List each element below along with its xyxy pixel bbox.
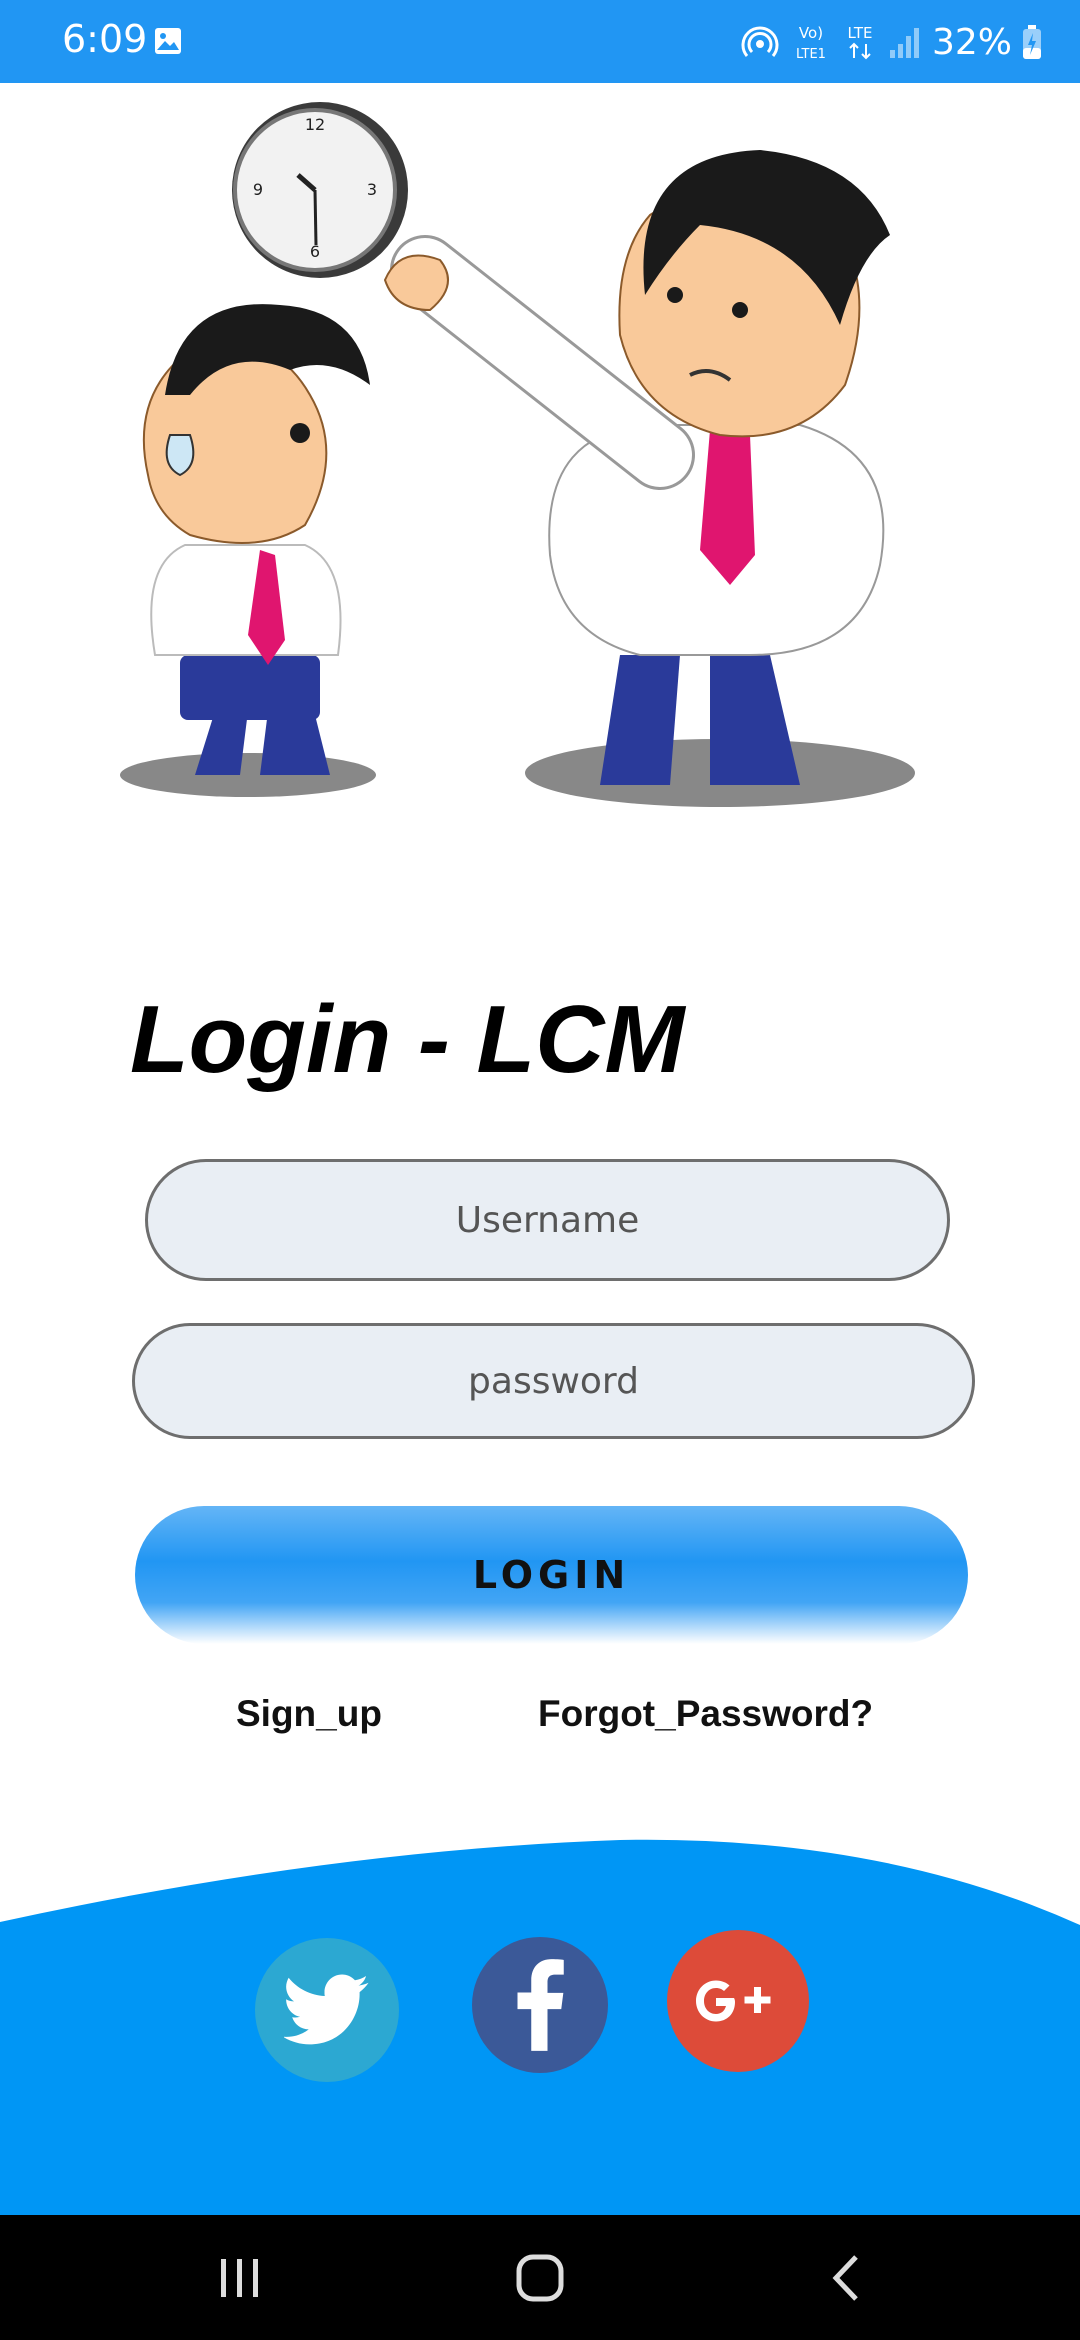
- boss-scolding-employee-illustration: 12 3 6 9: [120, 102, 915, 807]
- employee-figure: [142, 304, 370, 775]
- facebook-button[interactable]: [472, 1937, 608, 2073]
- recent-apps-icon: [221, 2258, 258, 2297]
- battery-percent: 32%: [931, 21, 1012, 63]
- volte-icon: Vo) LTE1: [796, 24, 826, 62]
- twitter-button[interactable]: [255, 1938, 399, 2082]
- facebook-icon: [517, 1959, 564, 2051]
- svg-text:Vo): Vo): [799, 24, 823, 42]
- back-icon: [832, 2254, 858, 2301]
- svg-text:LTE1: LTE1: [796, 47, 826, 62]
- svg-text:12: 12: [305, 115, 325, 134]
- username-placeholder: Username: [455, 1199, 640, 1241]
- twitter-icon: [284, 1974, 369, 2045]
- lte-icon: LTE: [848, 24, 873, 60]
- status-time: 6:09: [62, 17, 148, 61]
- home-icon: [516, 2254, 564, 2301]
- svg-text:LTE: LTE: [848, 24, 873, 42]
- boss-figure: [383, 150, 890, 785]
- battery-icon: [1023, 25, 1041, 59]
- signal-icon: [889, 28, 919, 58]
- forgot-password-link[interactable]: Forgot_Password?: [538, 1693, 873, 1735]
- username-input[interactable]: Username: [145, 1159, 950, 1281]
- status-bar: 6:09 Vo) LTE1 LTE 32%: [0, 0, 1080, 83]
- status-icons: Vo) LTE1 LTE 32%: [740, 14, 1042, 70]
- back-button[interactable]: [785, 2215, 905, 2340]
- password-placeholder: password: [468, 1360, 639, 1402]
- google-plus-icon: [696, 1980, 771, 2022]
- password-input[interactable]: password: [132, 1323, 975, 1439]
- hotspot-icon: [741, 26, 779, 57]
- clock-icon: 12 3 6 9: [232, 102, 408, 278]
- gallery-icon: [155, 28, 181, 54]
- page-title: Login - LCM: [130, 986, 685, 1093]
- svg-text:9: 9: [253, 180, 263, 199]
- svg-text:3: 3: [367, 180, 377, 199]
- google-plus-button[interactable]: [667, 1930, 809, 2072]
- navigation-bar: [0, 2215, 1080, 2340]
- recent-apps-button[interactable]: [180, 2215, 300, 2340]
- login-button[interactable]: LOGIN: [135, 1506, 968, 1644]
- home-button[interactable]: [480, 2215, 600, 2340]
- signup-link[interactable]: Sign_up: [236, 1693, 382, 1735]
